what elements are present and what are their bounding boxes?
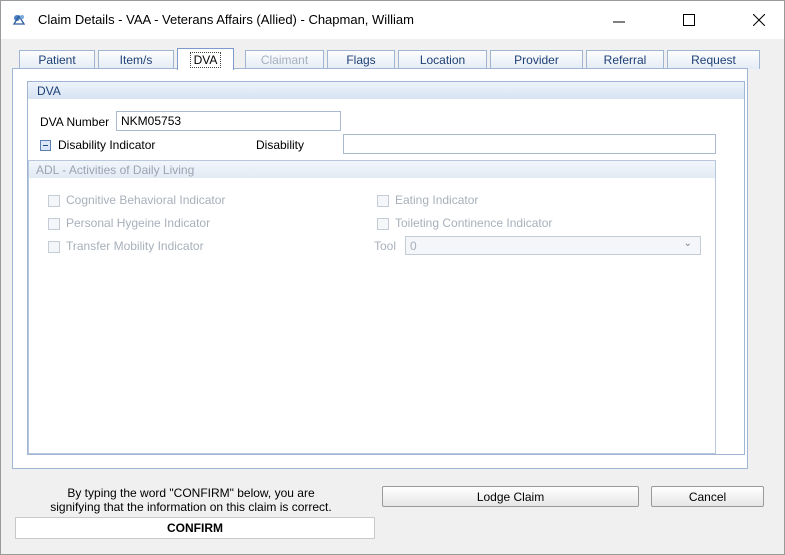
collapse-icon[interactable] bbox=[40, 140, 51, 151]
disability-field[interactable] bbox=[343, 134, 716, 154]
tool-select: 0 ⌄ bbox=[405, 236, 701, 255]
tab-label: DVA bbox=[189, 51, 222, 68]
eating-label: Eating Indicator bbox=[395, 193, 479, 207]
tab-label: Item/s bbox=[119, 53, 153, 67]
tab-label: Provider bbox=[514, 53, 559, 67]
tab-provider[interactable]: Provider bbox=[490, 50, 583, 69]
tab-claimant: Claimant bbox=[245, 50, 324, 69]
maximize-button[interactable] bbox=[666, 1, 712, 39]
eating-checkbox bbox=[377, 195, 389, 207]
toileting-label: Toileting Continence Indicator bbox=[395, 216, 553, 230]
claim-details-window: Claim Details - VAA - Veterans Affairs (… bbox=[0, 0, 785, 555]
dva-group-header: DVA bbox=[27, 81, 745, 100]
hygeine-checkbox bbox=[48, 218, 60, 230]
disability-label: Disability bbox=[256, 138, 305, 152]
title-bar[interactable]: Claim Details - VAA - Veterans Affairs (… bbox=[1, 1, 784, 39]
dva-tab-panel: DVA DVA Number Disability Indicator Disa… bbox=[12, 68, 748, 469]
adl-group-body: Cognitive Behavioral Indicator Personal … bbox=[28, 178, 716, 454]
tab-flags[interactable]: Flags bbox=[327, 50, 395, 69]
window-title: Claim Details - VAA - Veterans Affairs (… bbox=[38, 12, 414, 27]
tab-items[interactable]: Item/s bbox=[98, 50, 174, 69]
tab-dva[interactable]: DVA bbox=[177, 48, 234, 70]
tab-label: Claimant bbox=[260, 53, 309, 67]
confirm-input[interactable] bbox=[15, 517, 375, 539]
tab-patient[interactable]: Patient bbox=[19, 50, 95, 69]
transfer-checkbox bbox=[48, 241, 60, 253]
tab-request[interactable]: Request bbox=[667, 50, 760, 69]
tab-strip: Patient Item/s DVA Claimant Flags Locati… bbox=[19, 48, 767, 70]
tab-label: Referral bbox=[603, 53, 647, 67]
confirm-line-1: By typing the word "CONFIRM" below, you … bbox=[67, 486, 315, 500]
confirm-instructions: By typing the word "CONFIRM" below, you … bbox=[11, 486, 371, 514]
confirm-line-2: signifying that the information on this … bbox=[50, 500, 332, 514]
tab-location[interactable]: Location bbox=[398, 50, 487, 69]
transfer-label: Transfer Mobility Indicator bbox=[66, 239, 204, 253]
adl-group-title: ADL - Activities of Daily Living bbox=[36, 162, 195, 177]
hygeine-label: Personal Hygeine Indicator bbox=[66, 216, 211, 230]
allied-app-icon bbox=[11, 12, 27, 28]
cancel-label: Cancel bbox=[688, 489, 727, 504]
disability-indicator-label: Disability Indicator bbox=[58, 138, 156, 152]
lodge-claim-label: Lodge Claim bbox=[476, 489, 545, 504]
close-button[interactable] bbox=[736, 1, 782, 39]
minimize-button[interactable] bbox=[596, 1, 642, 39]
tab-label: Location bbox=[419, 53, 466, 67]
cognitive-label: Cognitive Behavioral Indicator bbox=[66, 193, 226, 207]
cognitive-checkbox bbox=[48, 195, 60, 207]
dva-number-field[interactable] bbox=[116, 111, 341, 131]
tool-label: Tool bbox=[374, 239, 397, 253]
tab-label: Patient bbox=[38, 53, 76, 67]
tab-referral[interactable]: Referral bbox=[586, 50, 664, 69]
toileting-checkbox bbox=[377, 218, 389, 230]
chevron-down-icon: ⌄ bbox=[683, 238, 692, 249]
dva-group-body: DVA Number Disability Indicator Disabili… bbox=[27, 99, 745, 455]
tab-label: Request bbox=[691, 53, 736, 67]
cancel-button[interactable]: Cancel bbox=[651, 486, 764, 507]
lodge-claim-button[interactable]: Lodge Claim bbox=[382, 486, 639, 507]
dva-group-title: DVA bbox=[37, 83, 61, 98]
tool-value: 0 bbox=[410, 239, 417, 253]
adl-group-header: ADL - Activities of Daily Living bbox=[28, 160, 716, 179]
dva-number-label: DVA Number bbox=[40, 115, 110, 129]
tab-label: Flags bbox=[346, 53, 376, 67]
